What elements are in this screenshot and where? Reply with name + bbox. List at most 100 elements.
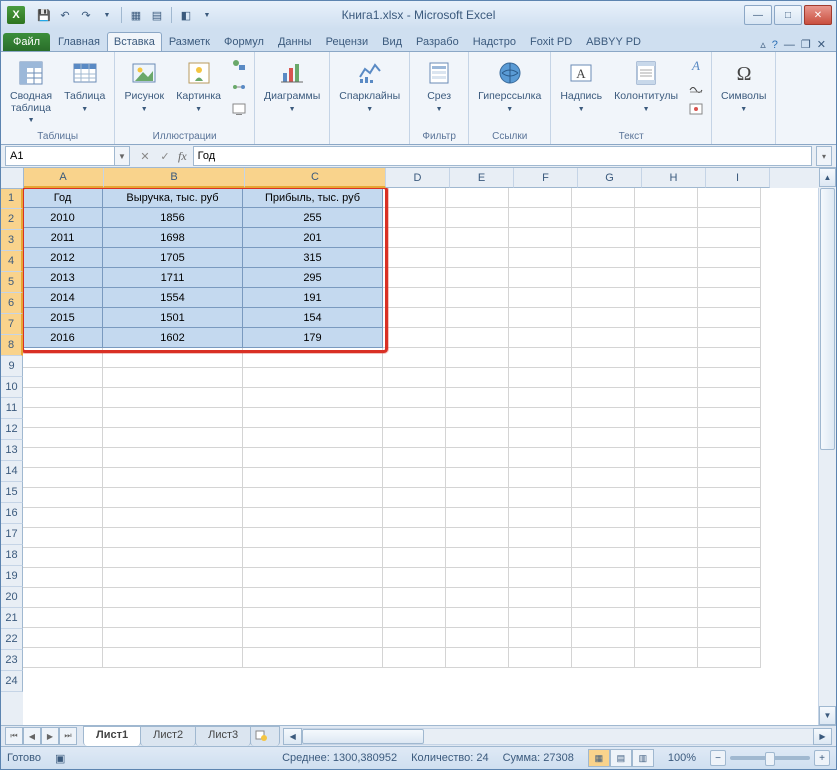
cell[interactable] (446, 648, 509, 668)
cell[interactable]: 2012 (23, 248, 103, 268)
cell[interactable]: 1698 (103, 228, 243, 248)
sheet-tab[interactable]: Лист3 (195, 726, 251, 746)
column-header[interactable]: C (245, 168, 386, 188)
scroll-right-icon[interactable]: ▶ (813, 728, 832, 745)
cell[interactable] (243, 348, 383, 368)
cell[interactable] (446, 188, 509, 208)
row-header[interactable]: 8 (1, 335, 23, 356)
cell[interactable] (383, 548, 446, 568)
cell[interactable] (383, 288, 446, 308)
cell[interactable] (243, 488, 383, 508)
cell[interactable] (509, 268, 572, 288)
cell[interactable] (103, 628, 243, 648)
cell[interactable] (698, 648, 761, 668)
cell[interactable] (698, 248, 761, 268)
cell[interactable] (635, 468, 698, 488)
cell[interactable] (446, 348, 509, 368)
cell[interactable] (572, 568, 635, 588)
cell[interactable] (383, 248, 446, 268)
cell[interactable] (572, 488, 635, 508)
cell[interactable] (243, 388, 383, 408)
zoom-level[interactable]: 100% (668, 752, 696, 764)
cell[interactable] (383, 188, 446, 208)
cell[interactable] (446, 508, 509, 528)
sheet-tab[interactable]: Лист2 (140, 726, 196, 746)
cell[interactable] (23, 608, 103, 628)
cell[interactable] (509, 388, 572, 408)
cell[interactable] (23, 548, 103, 568)
column-header[interactable]: B (104, 168, 245, 188)
cell[interactable] (572, 468, 635, 488)
row-header[interactable]: 12 (1, 419, 23, 440)
cancel-formula-icon[interactable]: ✕ (136, 150, 154, 163)
cell[interactable] (572, 608, 635, 628)
cell[interactable] (103, 648, 243, 668)
cell[interactable] (509, 468, 572, 488)
cell[interactable] (383, 228, 446, 248)
status-record-icon[interactable]: ▣ (55, 752, 65, 765)
cell[interactable] (446, 468, 509, 488)
sheet-prev-icon[interactable]: ◀ (23, 727, 41, 745)
cell[interactable] (698, 388, 761, 408)
row-header[interactable]: 18 (1, 545, 23, 566)
cell[interactable] (635, 488, 698, 508)
cell[interactable] (446, 368, 509, 388)
qat-extra1-icon[interactable]: ▦ (127, 6, 145, 24)
row-header[interactable]: 24 (1, 671, 23, 692)
cell[interactable]: 1501 (103, 308, 243, 328)
cell[interactable] (243, 408, 383, 428)
sheet-last-icon[interactable]: ⏭ (59, 727, 77, 745)
cell[interactable] (635, 428, 698, 448)
horizontal-scrollbar[interactable]: ◀ ▶ (283, 728, 832, 745)
cell[interactable]: 1602 (103, 328, 243, 348)
cell[interactable] (103, 588, 243, 608)
cell[interactable] (243, 648, 383, 668)
cell[interactable] (635, 568, 698, 588)
cell[interactable]: 2010 (23, 208, 103, 228)
fx-icon[interactable]: fx (178, 149, 187, 164)
cell[interactable] (23, 528, 103, 548)
vscroll-thumb[interactable] (820, 188, 835, 450)
zoom-slider[interactable] (730, 756, 810, 760)
cell[interactable] (698, 468, 761, 488)
ribbon-tab[interactable]: Рецензи (319, 32, 376, 51)
cell[interactable] (698, 268, 761, 288)
name-box-dropdown[interactable]: ▼ (115, 146, 130, 166)
cell[interactable] (635, 528, 698, 548)
clipart-button[interactable]: Картинка▼ (172, 55, 225, 116)
cell[interactable] (383, 508, 446, 528)
cell[interactable] (103, 568, 243, 588)
cell[interactable] (383, 368, 446, 388)
cell[interactable] (698, 208, 761, 228)
cell[interactable] (698, 548, 761, 568)
cell[interactable] (23, 448, 103, 468)
cell[interactable] (572, 408, 635, 428)
redo-icon[interactable]: ↷ (77, 6, 95, 24)
cell[interactable] (509, 428, 572, 448)
cell[interactable] (635, 268, 698, 288)
cell[interactable]: 1856 (103, 208, 243, 228)
cell[interactable] (509, 568, 572, 588)
cell[interactable] (635, 588, 698, 608)
cell[interactable] (635, 308, 698, 328)
row-header[interactable]: 11 (1, 398, 23, 419)
cell[interactable] (383, 448, 446, 468)
zoom-handle[interactable] (765, 752, 775, 766)
cell[interactable]: 315 (243, 248, 383, 268)
row-header[interactable]: 13 (1, 440, 23, 461)
row-header[interactable]: 14 (1, 461, 23, 482)
spreadsheet-grid[interactable]: ABCDEFGHI 123456789101112131415161718192… (1, 168, 836, 725)
charts-button[interactable]: Диаграммы▼ (260, 55, 324, 116)
cell[interactable] (698, 488, 761, 508)
row-header[interactable]: 10 (1, 377, 23, 398)
cell[interactable] (23, 408, 103, 428)
cell[interactable] (509, 528, 572, 548)
row-header[interactable]: 3 (1, 230, 23, 251)
add-sheet-button[interactable] (250, 726, 280, 746)
cell[interactable] (698, 408, 761, 428)
ribbon-tab[interactable]: Формул (217, 32, 271, 51)
save-icon[interactable]: 💾 (35, 6, 53, 24)
cell[interactable] (572, 228, 635, 248)
cell[interactable]: 154 (243, 308, 383, 328)
cell[interactable] (572, 508, 635, 528)
